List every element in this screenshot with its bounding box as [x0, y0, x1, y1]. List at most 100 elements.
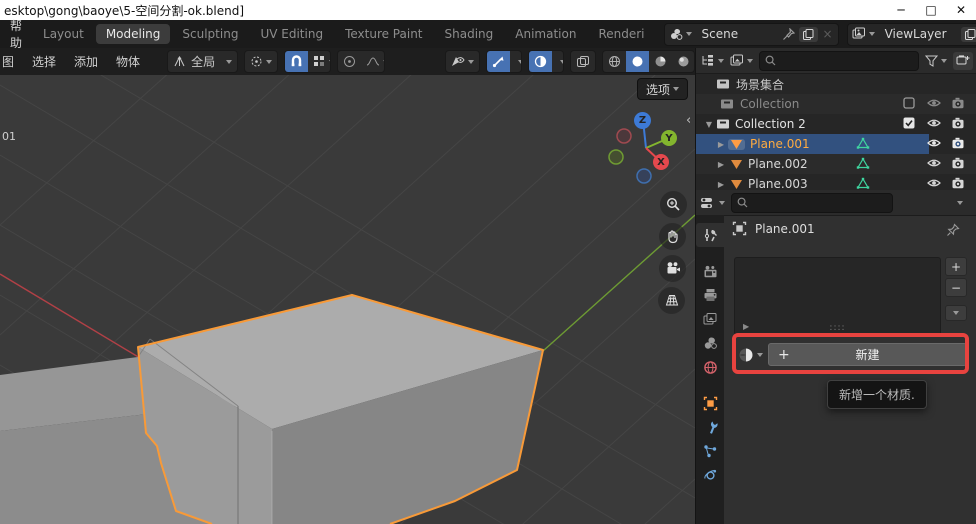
proportional-edit-toggle[interactable]	[338, 51, 361, 72]
render-visibility-camera-icon[interactable]	[951, 137, 965, 149]
display-mode-dropdown[interactable]	[730, 54, 753, 68]
outliner-row-plane001[interactable]: ▶ Plane.001	[696, 134, 976, 154]
workspace-tab-uvediting[interactable]: UV Editing	[250, 24, 333, 44]
workspace-tab-rendering[interactable]: Renderi	[588, 24, 654, 44]
gizmo-y-axis[interactable]: Y	[661, 130, 677, 146]
new-scene-button[interactable]	[799, 27, 818, 42]
unlink-scene-icon[interactable]: ×	[818, 27, 838, 41]
maximize-button[interactable]: □	[916, 0, 946, 20]
tab-object[interactable]	[696, 391, 724, 415]
viewlayer-icon[interactable]	[848, 24, 879, 45]
shading-wireframe-button[interactable]	[603, 51, 626, 72]
disclosure-collapsed-icon[interactable]: ▶	[716, 160, 726, 169]
hide-eye-icon[interactable]	[927, 177, 941, 189]
region-collapse-icon[interactable]: ‹	[686, 113, 691, 128]
tab-tool[interactable]	[696, 223, 724, 247]
hide-eye-icon[interactable]	[927, 137, 941, 149]
close-button[interactable]: ✕	[946, 0, 976, 20]
show-gizmos-toggle[interactable]	[487, 51, 510, 72]
exclude-checkbox-checked[interactable]	[903, 117, 915, 129]
scene-selector[interactable]: Scene ×	[664, 23, 839, 46]
properties-search-input[interactable]	[731, 193, 893, 213]
material-slot-specials-dropdown[interactable]	[945, 305, 967, 321]
outliner-row-collection2[interactable]: ▼ Collection 2	[696, 114, 976, 134]
pivot-point-dropdown[interactable]	[244, 50, 278, 73]
snap-toggle[interactable]	[285, 51, 308, 72]
workspace-tab-layout[interactable]: Layout	[33, 24, 94, 44]
disclosure-expanded-icon[interactable]: ▼	[704, 120, 714, 129]
workspace-tab-sculpting[interactable]: Sculpting	[172, 24, 248, 44]
xray-toggle[interactable]	[570, 50, 596, 73]
outliner-row-plane002[interactable]: ▶ Plane.002	[696, 154, 976, 174]
gizmo-z-axis[interactable]: Z	[634, 112, 651, 129]
tab-scene[interactable]	[696, 331, 724, 355]
visibility-dropdown[interactable]	[445, 50, 480, 73]
tab-world[interactable]	[696, 355, 724, 379]
gizmos-dropdown[interactable]	[510, 51, 522, 72]
tab-physics[interactable]	[696, 463, 724, 487]
workspace-tab-texturepaint[interactable]: Texture Paint	[335, 24, 432, 44]
render-visibility-camera-icon[interactable]	[951, 117, 965, 129]
shading-material-button[interactable]	[649, 51, 672, 72]
menu-view[interactable]: 图	[0, 53, 23, 70]
pin-id-icon[interactable]	[946, 223, 960, 237]
disclosure-collapsed-icon[interactable]: ▶	[716, 180, 726, 189]
tab-viewlayer[interactable]	[696, 307, 724, 331]
pan-hand-button[interactable]	[659, 223, 686, 250]
new-collection-button[interactable]	[953, 52, 973, 70]
editor-type-dropdown[interactable]	[700, 196, 725, 210]
tab-particles[interactable]	[696, 439, 724, 463]
tab-output[interactable]	[696, 283, 724, 307]
render-visibility-camera-icon[interactable]	[951, 157, 965, 169]
editor-type-dropdown[interactable]	[700, 54, 724, 68]
menu-add[interactable]: 添加	[65, 53, 107, 70]
minimize-button[interactable]: ─	[886, 0, 916, 20]
new-viewlayer-button[interactable]	[961, 27, 976, 42]
falloff-dropdown[interactable]	[361, 51, 385, 72]
snap-to-dropdown[interactable]	[308, 51, 331, 72]
menu-select[interactable]: 选择	[23, 53, 65, 70]
menu-object[interactable]: 物体	[107, 53, 149, 70]
render-visibility-camera-icon[interactable]	[951, 97, 965, 109]
breadcrumb-object-name[interactable]: Plane.001	[755, 222, 815, 236]
material-slot-list[interactable]: ▶ ::::	[734, 257, 941, 335]
hide-eye-icon[interactable]	[927, 117, 941, 129]
outliner-row-collection1[interactable]: Collection	[696, 94, 976, 114]
shading-rendered-button[interactable]	[672, 51, 695, 72]
exclude-checkbox[interactable]	[903, 97, 915, 109]
remove-material-slot-button[interactable]: −	[945, 278, 967, 297]
zoom-button[interactable]	[660, 191, 687, 218]
filter-dropdown[interactable]	[925, 55, 947, 67]
add-material-slot-button[interactable]: +	[945, 257, 967, 276]
properties-options-dropdown[interactable]	[957, 201, 963, 205]
new-material-button[interactable]: + 新建	[768, 343, 967, 366]
viewlayer-name[interactable]: ViewLayer	[879, 27, 961, 41]
viewport-3d[interactable]: 01 选项 Z Y X ‹	[0, 75, 695, 524]
menu-help[interactable]: 帮助	[0, 17, 32, 51]
transform-orientation-dropdown[interactable]: 全局	[167, 50, 238, 73]
disclosure-collapsed-icon[interactable]: ▶	[716, 140, 726, 149]
shading-solid-button[interactable]	[626, 51, 649, 72]
hide-eye-icon[interactable]	[927, 157, 941, 169]
gizmo-x-axis[interactable]: X	[653, 154, 669, 170]
perspective-toggle-button[interactable]	[658, 287, 685, 314]
slot-list-resize-grip[interactable]: ::::	[829, 323, 845, 333]
scene-icon[interactable]	[665, 24, 696, 45]
viewlayer-selector[interactable]: ViewLayer ×	[847, 23, 976, 46]
workspace-tab-shading[interactable]: Shading	[435, 24, 504, 44]
workspace-tab-modeling[interactable]: Modeling	[96, 24, 171, 44]
pin-icon[interactable]	[778, 24, 799, 45]
scene-name[interactable]: Scene	[696, 27, 778, 41]
hide-eye-icon[interactable]	[927, 97, 941, 109]
outliner-search-input[interactable]	[759, 51, 919, 71]
options-button[interactable]: 选项	[637, 78, 688, 100]
camera-view-button[interactable]	[659, 255, 686, 282]
tab-modifiers[interactable]	[696, 415, 724, 439]
show-overlays-toggle[interactable]	[529, 51, 552, 72]
browse-material-dropdown[interactable]	[738, 343, 766, 366]
render-visibility-camera-icon[interactable]	[951, 177, 965, 189]
overlays-dropdown[interactable]	[552, 51, 564, 72]
tab-render[interactable]	[696, 259, 724, 283]
workspace-tab-animation[interactable]: Animation	[505, 24, 586, 44]
slot-list-expand-icon[interactable]: ▶	[743, 322, 749, 331]
